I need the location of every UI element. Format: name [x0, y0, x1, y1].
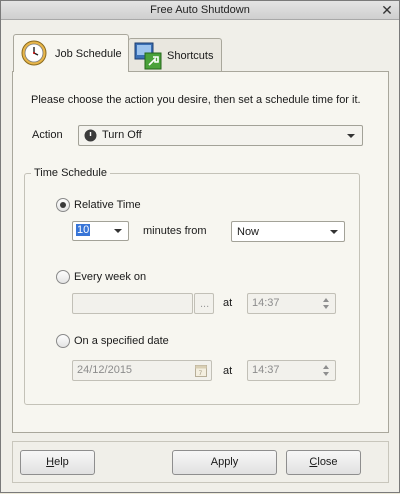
spin-down-icon[interactable] — [323, 372, 329, 376]
close-button-label: lose — [317, 456, 338, 468]
from-dropdown[interactable]: Now — [231, 221, 345, 242]
time-schedule-legend: Time Schedule — [31, 167, 110, 179]
date-at-label: at — [223, 365, 233, 377]
app-window: Free Auto Shutdown ✕ Job Schedule Shortc… — [0, 0, 400, 493]
weekly-time-value: 14:37 — [252, 297, 280, 309]
close-button[interactable]: Close — [286, 450, 361, 475]
weekdays-browse-button[interactable]: ... — [194, 293, 214, 314]
date-picker[interactable]: 24/12/2015 7 — [72, 360, 212, 381]
date-time-spinner[interactable]: 14:37 — [247, 360, 336, 381]
radio-selected-dot — [60, 202, 66, 208]
minutes-dropdown[interactable]: 10 — [72, 221, 129, 241]
apply-button-label: Apply — [210, 456, 239, 468]
action-value: Turn Off — [102, 129, 142, 141]
help-button[interactable]: Help — [20, 450, 95, 475]
specified-date-radio[interactable] — [56, 334, 70, 348]
date-value: 24/12/2015 — [77, 364, 133, 376]
browse-label: ... — [200, 298, 210, 310]
instruction-text: Please choose the action you desire, the… — [31, 94, 361, 106]
action-dropdown[interactable]: Turn Off — [78, 125, 363, 146]
every-week-radio[interactable] — [56, 270, 70, 284]
calendar-icon[interactable]: 7 — [195, 364, 207, 377]
chevron-down-icon — [330, 230, 338, 234]
weekly-time-spinner[interactable]: 14:37 — [247, 293, 336, 314]
spin-up-icon[interactable] — [323, 365, 329, 369]
every-week-label: Every week on — [74, 271, 147, 283]
weekdays-field[interactable] — [72, 293, 193, 314]
help-button-label: elp — [54, 456, 69, 468]
svg-text:7: 7 — [199, 370, 203, 377]
chevron-down-icon — [347, 134, 355, 138]
spin-up-icon[interactable] — [323, 298, 329, 302]
from-value: Now — [237, 226, 260, 238]
relative-time-label: Relative Time — [74, 199, 141, 211]
action-label: Action — [32, 129, 63, 141]
relative-time-radio[interactable] — [56, 198, 70, 212]
minutes-value: 10 — [76, 224, 91, 236]
spin-down-icon[interactable] — [323, 305, 329, 309]
apply-button[interactable]: Apply — [172, 450, 277, 475]
help-button-mnemonic: H — [46, 456, 55, 468]
weekly-at-label: at — [223, 297, 233, 309]
date-time-value: 14:37 — [252, 364, 280, 376]
power-icon — [84, 129, 97, 142]
chevron-down-icon — [114, 229, 122, 233]
specified-date-label: On a specified date — [74, 335, 169, 347]
minutes-from-label: minutes from — [143, 225, 207, 237]
